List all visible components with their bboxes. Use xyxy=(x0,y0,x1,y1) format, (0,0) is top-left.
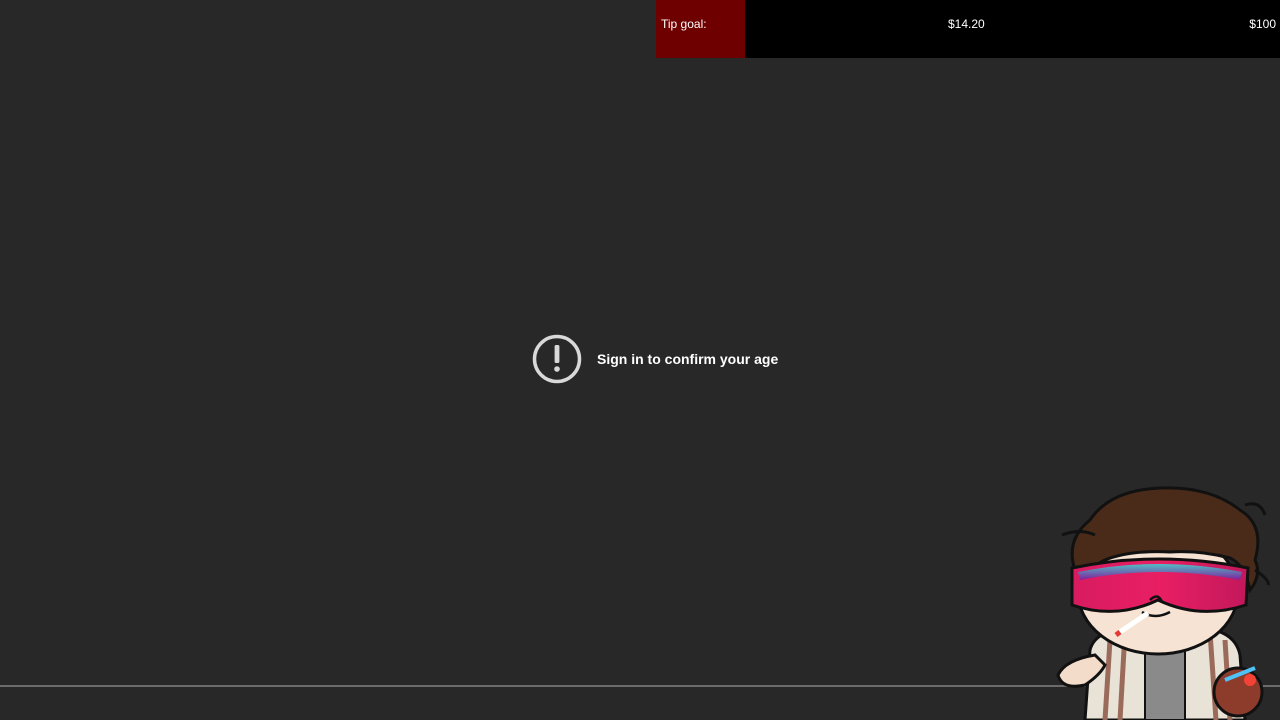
mascot-character xyxy=(1056,486,1270,720)
tip-goal-bar: Tip goal: $14.20 $100 xyxy=(656,0,1280,58)
sign-in-to-confirm-age-text: Sign in to confirm your age xyxy=(597,351,779,367)
tip-goal-label: Tip goal: xyxy=(661,17,707,31)
tip-goal-target-amount: $100 xyxy=(1249,17,1276,31)
alert-circle-icon xyxy=(532,334,582,384)
tip-goal-current-amount: $14.20 xyxy=(948,17,985,31)
video-player: Tip goal: $14.20 $100 Sign in to confirm… xyxy=(0,0,1280,720)
age-restriction-message: Sign in to confirm your age xyxy=(532,334,778,384)
